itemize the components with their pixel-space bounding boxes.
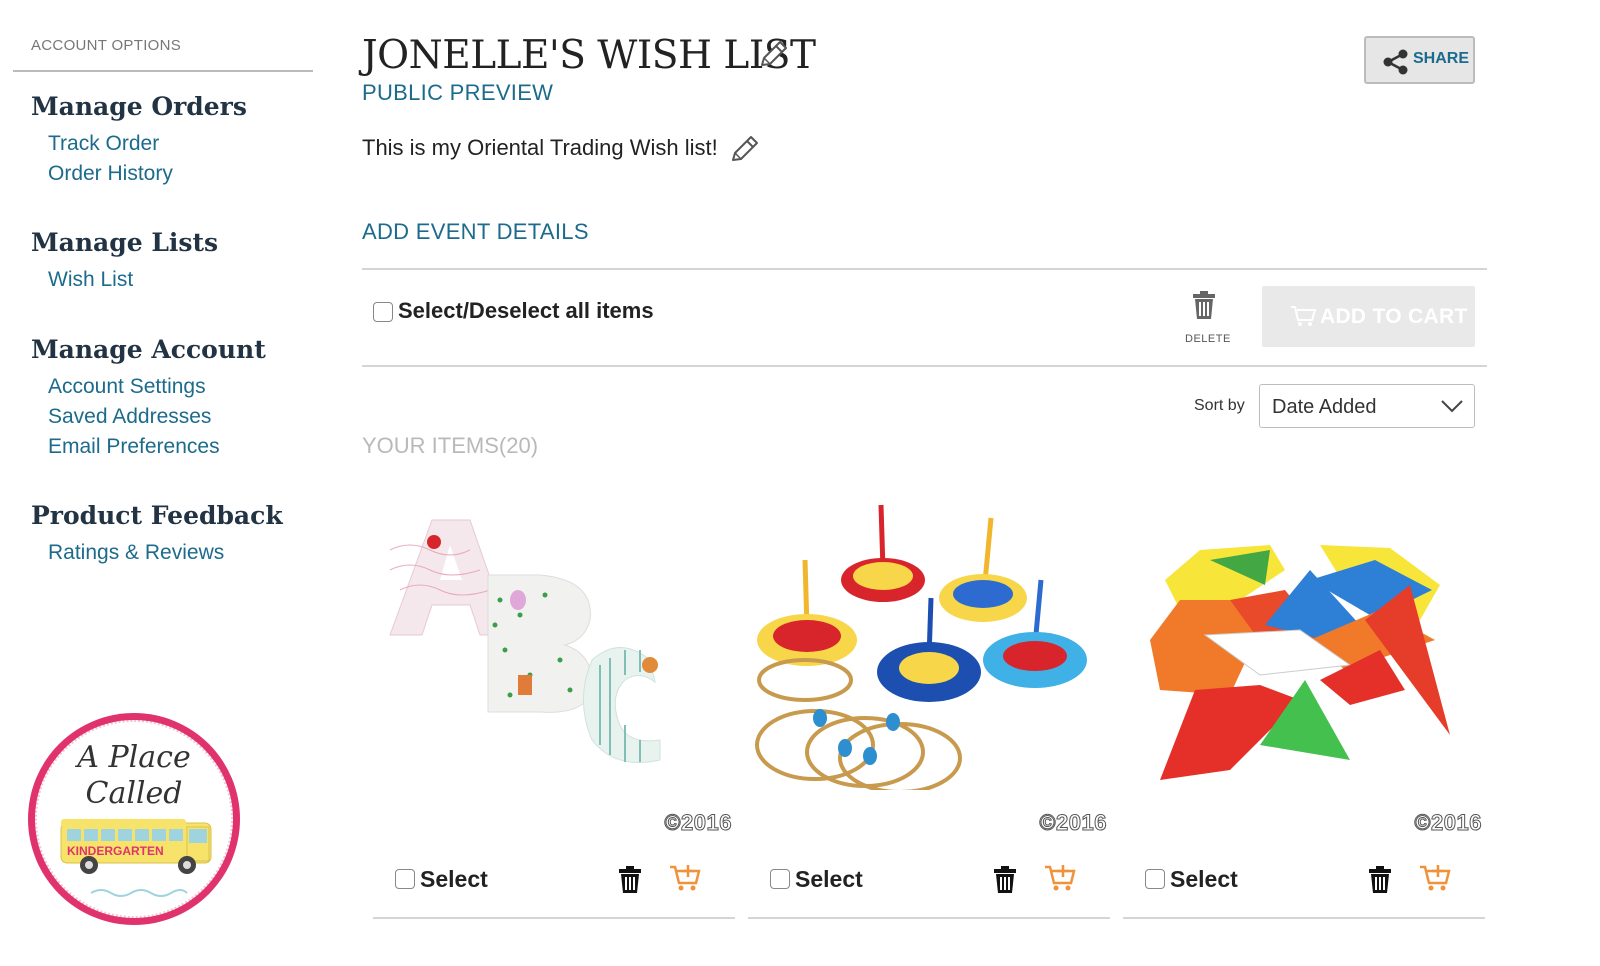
section-title-manage-orders: Manage Orders: [31, 92, 247, 121]
sidebar-section-feedback: Product Feedback Ratings & Reviews: [31, 499, 283, 568]
chevron-down-icon: [1441, 400, 1463, 413]
share-icon: [1383, 49, 1408, 75]
sidebar-link-email-preferences[interactable]: Email Preferences: [48, 432, 266, 462]
add-to-cart-label: ADD TO CART: [1320, 305, 1468, 328]
item-select-label[interactable]: Select: [795, 866, 863, 893]
add-to-cart-button[interactable]: ADD TO CART: [1262, 286, 1475, 347]
public-preview-link[interactable]: PUBLIC PREVIEW: [362, 80, 553, 106]
delete-trash-icon[interactable]: [1190, 290, 1218, 320]
copyright-watermark: ©2016: [664, 810, 732, 836]
add-event-details-link[interactable]: ADD EVENT DETAILS: [362, 219, 589, 245]
sidebar-section-orders: Manage Orders Track Order Order History: [31, 90, 247, 189]
sidebar-link-saved-addresses[interactable]: Saved Addresses: [48, 402, 266, 432]
main-content: JONELLE'S WISH LIST PUBLIC PREVIEW SHARE…: [362, 0, 1487, 966]
product-card: ©2016 Select: [745, 490, 1110, 920]
divider: [362, 365, 1487, 367]
item-divider: [373, 917, 735, 919]
ring-toss-game-image[interactable]: [745, 490, 1107, 790]
delete-item-trash-icon[interactable]: [617, 865, 643, 894]
sidebar-section-lists: Manage Lists Wish List: [31, 226, 218, 295]
logo-text-line2: Called: [85, 776, 183, 811]
sidebar-link-wish-list[interactable]: Wish List: [48, 265, 218, 295]
sidebar-section-account: Manage Account Account Settings Saved Ad…: [31, 333, 266, 462]
edit-description-pencil-icon[interactable]: [729, 133, 761, 165]
edit-title-pencil-icon[interactable]: [758, 38, 790, 70]
copyright-watermark: ©2016: [1414, 810, 1482, 836]
item-select-label[interactable]: Select: [1170, 866, 1238, 893]
item-select-checkbox[interactable]: [395, 869, 415, 889]
sidebar-link-order-history[interactable]: Order History: [48, 159, 247, 189]
section-title-manage-lists: Manage Lists: [31, 228, 219, 257]
foam-tangram-shapes-image[interactable]: [1120, 490, 1482, 790]
select-all-checkbox[interactable]: [373, 302, 393, 322]
sidebar-heading: ACCOUNT OPTIONS: [31, 37, 182, 54]
sort-dropdown[interactable]: Date Added: [1259, 384, 1475, 428]
product-card: ©2016 Select: [370, 490, 735, 920]
logo-text-line1: A Place: [77, 740, 191, 775]
cart-icon: [1291, 306, 1316, 326]
sidebar-link-track-order[interactable]: Track Order: [48, 129, 247, 159]
section-title-product-feedback: Product Feedback: [31, 501, 283, 530]
share-button[interactable]: SHARE: [1364, 36, 1475, 84]
logo-badge: A Place Called KINDERGARTEN: [35, 720, 233, 918]
add-to-cart-icon[interactable]: [1044, 863, 1076, 893]
delete-item-trash-icon[interactable]: [992, 865, 1018, 894]
add-to-cart-icon[interactable]: [669, 863, 701, 893]
bus-text: KINDERGARTEN: [67, 844, 164, 858]
sidebar-divider: [13, 70, 313, 72]
sort-label: Sort by: [1194, 397, 1245, 414]
sidebar-link-ratings-reviews[interactable]: Ratings & Reviews: [48, 538, 283, 568]
sort-value: Date Added: [1272, 396, 1377, 418]
item-divider: [1123, 917, 1485, 919]
items-count: YOUR ITEMS(20): [362, 433, 539, 458]
item-select-checkbox[interactable]: [1145, 869, 1165, 889]
copyright-watermark: ©2016: [1039, 810, 1107, 836]
add-to-cart-icon[interactable]: [1419, 863, 1451, 893]
sidebar-link-account-settings[interactable]: Account Settings: [48, 372, 266, 402]
kindergarten-logo: A Place Called KINDERGARTEN: [28, 713, 240, 925]
product-card: ©2016 Select: [1120, 490, 1485, 920]
wish-list-description: This is my Oriental Trading Wish list!: [362, 135, 718, 160]
share-label: SHARE: [1413, 50, 1470, 67]
school-bus-icon: KINDERGARTEN: [60, 819, 212, 874]
squiggle-decoration: [90, 889, 188, 897]
item-select-checkbox[interactable]: [770, 869, 790, 889]
page-title: JONELLE'S WISH LIST: [362, 33, 816, 78]
select-all-label[interactable]: Select/Deselect all items: [398, 298, 654, 324]
delete-item-trash-icon[interactable]: [1367, 865, 1393, 894]
abc-letters-image[interactable]: [370, 490, 732, 790]
divider: [362, 268, 1487, 270]
delete-label: DELETE: [1185, 333, 1231, 345]
item-divider: [748, 917, 1110, 919]
item-select-label[interactable]: Select: [420, 866, 488, 893]
section-title-manage-account: Manage Account: [31, 335, 266, 364]
